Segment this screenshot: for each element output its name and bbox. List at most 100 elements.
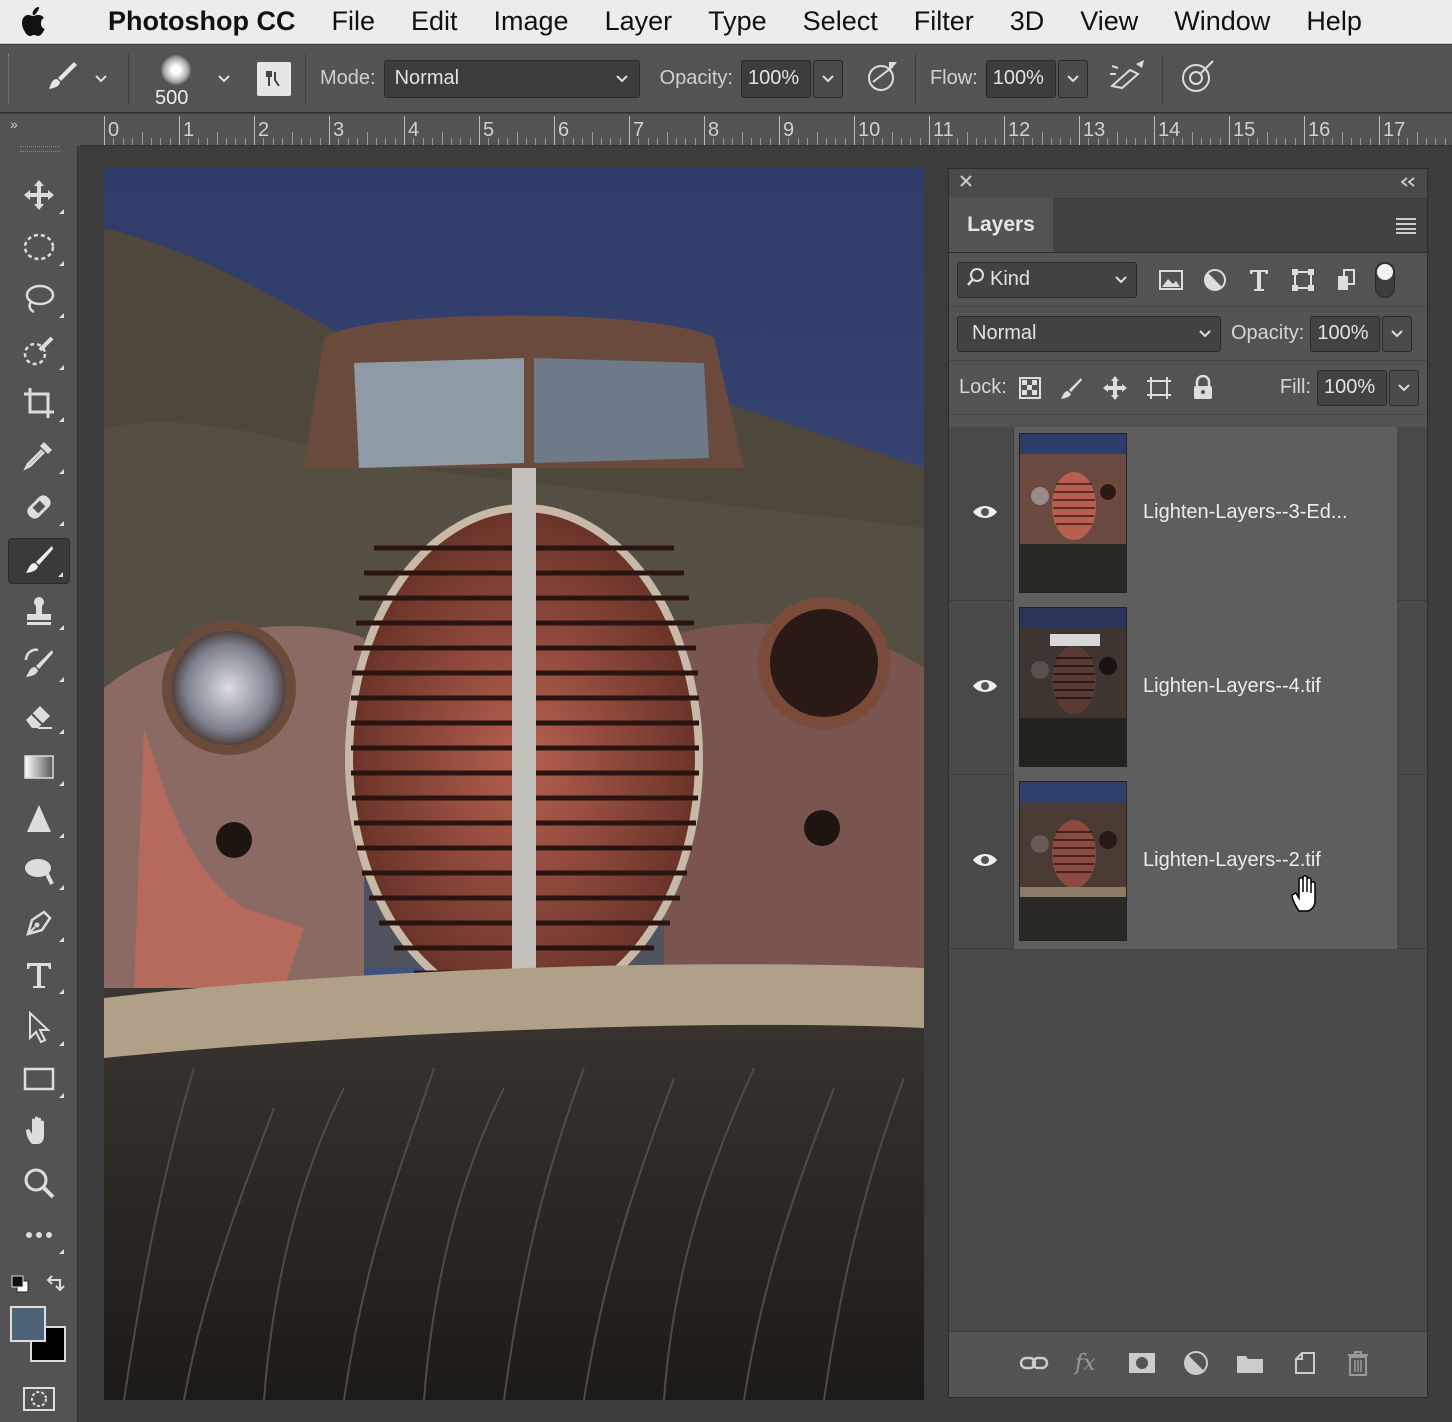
lock-image-pixels-icon[interactable]: [1053, 370, 1089, 406]
ruler-corner-toggle[interactable]: »: [0, 114, 80, 146]
layer-style-fx-icon[interactable]: fx: [1071, 1346, 1105, 1380]
lock-all-icon[interactable]: [1185, 370, 1221, 406]
link-layers-icon[interactable]: [1017, 1346, 1051, 1380]
clone-stamp-tool[interactable]: [8, 590, 70, 636]
filter-toggle-switch[interactable]: [1375, 261, 1395, 298]
eyedropper-tool[interactable]: [8, 434, 70, 480]
menu-filter[interactable]: Filter: [896, 6, 992, 37]
fill-dropdown[interactable]: [1389, 369, 1419, 406]
default-colors-icon[interactable]: [10, 1274, 30, 1299]
gradient-tool[interactable]: [8, 746, 70, 792]
panel-menu-icon[interactable]: [1395, 217, 1417, 240]
visibility-toggle[interactable]: [959, 775, 1011, 949]
quick-select-tool[interactable]: [8, 330, 70, 376]
opacity-dropdown[interactable]: [812, 59, 843, 98]
menu-window[interactable]: Window: [1156, 6, 1288, 37]
opacity-input[interactable]: 100%: [740, 59, 811, 98]
close-icon[interactable]: [959, 174, 973, 193]
type-tool[interactable]: [8, 954, 70, 1000]
history-brush-tool[interactable]: [8, 642, 70, 688]
filter-type-layers-icon[interactable]: [1241, 262, 1277, 298]
mode-select[interactable]: Normal: [383, 59, 640, 98]
hand-tool[interactable]: [8, 1110, 70, 1156]
pressure-size-icon[interactable]: [1179, 57, 1217, 101]
menu-view[interactable]: View: [1062, 6, 1156, 37]
corner-marker: [59, 1249, 64, 1254]
visibility-toggle[interactable]: [959, 601, 1011, 775]
menu-app-name[interactable]: Photoshop CC: [64, 6, 313, 37]
tool-preset-picker[interactable]: [44, 58, 108, 100]
menu-3d[interactable]: 3D: [992, 6, 1063, 37]
lock-position-icon[interactable]: [1097, 370, 1133, 406]
new-group-folder-icon[interactable]: [1233, 1346, 1267, 1380]
new-adjustment-layer-icon[interactable]: [1179, 1346, 1213, 1380]
chevron-down-icon: [94, 67, 108, 90]
path-selection-icon: [22, 1010, 56, 1049]
filter-pixel-layers-icon[interactable]: [1153, 262, 1189, 298]
menu-type[interactable]: Type: [690, 6, 785, 37]
path-selection-tool[interactable]: [8, 1006, 70, 1052]
blend-mode-select[interactable]: Normal: [957, 315, 1221, 352]
delete-layer-icon[interactable]: [1341, 1346, 1375, 1380]
document-canvas[interactable]: [104, 168, 924, 1400]
lock-transparent-pixels-icon[interactable]: [1015, 370, 1045, 406]
kind-filter-select[interactable]: Kind: [957, 261, 1137, 298]
layer-opacity-dropdown[interactable]: [1382, 315, 1413, 352]
brush-size-picker[interactable]: 500: [137, 49, 217, 109]
menu-edit[interactable]: Edit: [393, 6, 476, 37]
toolbar-grip[interactable]: [20, 146, 60, 152]
menu-image[interactable]: Image: [476, 6, 587, 37]
airbrush-icon[interactable]: [1108, 58, 1148, 100]
pressure-opacity-icon[interactable]: [865, 58, 901, 100]
layer-row[interactable]: Lighten-Layers--4.tif: [949, 601, 1427, 775]
sharpen-tool[interactable]: [8, 798, 70, 844]
fill-input[interactable]: 100%: [1317, 369, 1387, 406]
layer-row[interactable]: Lighten-Layers--3-Ed...: [949, 427, 1427, 601]
crop-icon: [22, 386, 56, 425]
new-layer-icon[interactable]: [1287, 1346, 1321, 1380]
menu-layer[interactable]: Layer: [587, 6, 691, 37]
layer-name[interactable]: Lighten-Layers--4.tif: [1143, 675, 1321, 698]
marquee-tool[interactable]: [8, 226, 70, 272]
collapse-panel-icon[interactable]: [1399, 175, 1417, 193]
quick-mask-icon[interactable]: [22, 1386, 56, 1417]
horizontal-ruler[interactable]: 0 1 2 3 4 5 6 7 8 9 10 11 12 13 14 15 16…: [80, 114, 1452, 146]
menu-select[interactable]: Select: [785, 6, 896, 37]
more-tools-button[interactable]: [8, 1214, 70, 1260]
chevron-down-icon[interactable]: [217, 67, 231, 90]
filter-smart-objects-icon[interactable]: [1329, 262, 1365, 298]
dodge-tool[interactable]: [8, 850, 70, 896]
menu-file[interactable]: File: [313, 6, 393, 37]
zoom-tool[interactable]: [8, 1162, 70, 1208]
flow-dropdown[interactable]: [1057, 59, 1088, 98]
filter-shape-layers-icon[interactable]: [1285, 262, 1321, 298]
layer-name[interactable]: Lighten-Layers--3-Ed...: [1143, 501, 1348, 524]
layer-opacity-input[interactable]: 100%: [1310, 315, 1381, 352]
corner-marker: [59, 989, 64, 994]
eraser-tool[interactable]: [8, 694, 70, 740]
lock-artboard-icon[interactable]: [1141, 370, 1177, 406]
lasso-tool[interactable]: [8, 278, 70, 324]
pen-tool[interactable]: [8, 902, 70, 948]
add-mask-icon[interactable]: [1125, 1346, 1159, 1380]
move-tool[interactable]: [8, 174, 70, 220]
apple-menu-icon[interactable]: [0, 6, 64, 38]
eyedropper-icon: [22, 438, 56, 477]
layer-row[interactable]: Lighten-Layers--2.tif: [949, 775, 1427, 949]
sharpen-icon: [22, 802, 56, 841]
tab-layers[interactable]: Layers: [949, 198, 1053, 252]
layer-name[interactable]: Lighten-Layers--2.tif: [1143, 849, 1321, 872]
options-grip[interactable]: [8, 53, 20, 104]
swap-colors-icon[interactable]: [44, 1272, 66, 1299]
brush-tool[interactable]: [8, 538, 70, 584]
menu-help[interactable]: Help: [1288, 6, 1380, 37]
brush-panel-toggle-icon[interactable]: [257, 61, 291, 96]
ruler-minor-tick: [1388, 138, 1390, 145]
filter-adjustment-layers-icon[interactable]: [1197, 262, 1233, 298]
crop-tool[interactable]: [8, 382, 70, 428]
foreground-color-swatch[interactable]: [10, 1306, 46, 1342]
rectangle-tool[interactable]: [8, 1058, 70, 1104]
healing-brush-tool[interactable]: [8, 486, 70, 532]
visibility-toggle[interactable]: [959, 427, 1011, 601]
flow-input[interactable]: 100%: [985, 59, 1056, 98]
